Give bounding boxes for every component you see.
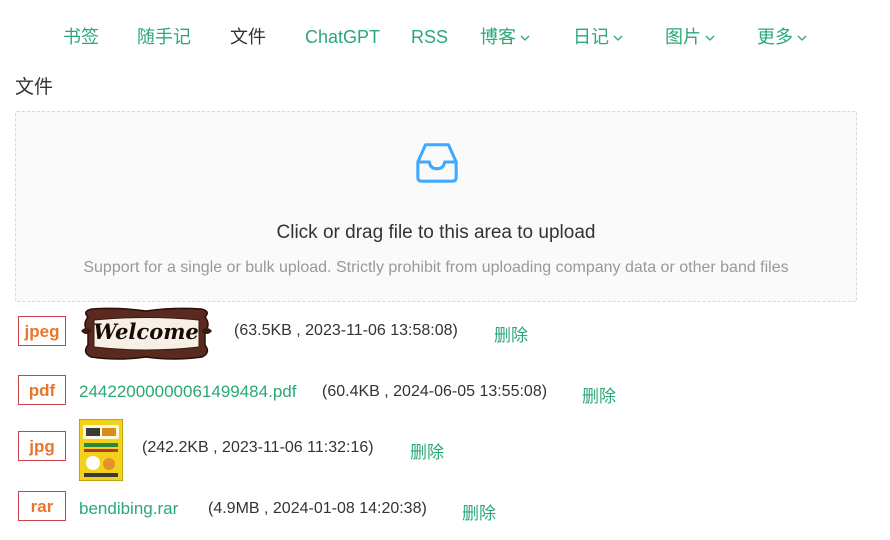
nav-images-label: 图片 (665, 27, 701, 47)
file-type-badge: jpg (18, 431, 66, 461)
page-title: 文件 (15, 77, 54, 98)
upload-hint: Click or drag file to this area to uploa… (276, 222, 596, 243)
nav-rss[interactable]: RSS (411, 22, 448, 52)
file-meta: (4.9MB , 2024-01-08 14:20:38) (208, 500, 427, 517)
nav-files[interactable]: 文件 (230, 22, 266, 52)
file-row: jpeg Welcome (63.5KB , 2023-11-06 13:58:… (0, 303, 890, 363)
nav-more[interactable]: 更多 (757, 22, 808, 52)
file-row: jpg (242.2KB , 2023-11-06 11:32:16) 删除 (0, 417, 890, 481)
file-type-badge: jpeg (18, 316, 66, 346)
file-meta: (63.5KB , 2023-11-06 13:58:08) (234, 322, 458, 339)
welcome-text: Welcome (93, 319, 199, 344)
nav-diary[interactable]: 日记 (573, 22, 624, 52)
nav-images[interactable]: 图片 (665, 22, 716, 52)
upload-dropzone[interactable]: Click or drag file to this area to uploa… (15, 111, 857, 302)
upload-subhint: Support for a single or bulk upload. Str… (83, 259, 789, 276)
delete-link[interactable]: 删除 (494, 321, 528, 346)
file-name-link[interactable]: bendibing.rar (79, 499, 178, 519)
poster-image (79, 419, 123, 481)
delete-link[interactable]: 删除 (582, 382, 616, 407)
chevron-down-icon (613, 35, 623, 41)
file-thumbnail[interactable] (79, 419, 123, 481)
nav-blog[interactable]: 博客 (480, 22, 531, 52)
nav-chatgpt[interactable]: ChatGPT (305, 22, 380, 52)
nav-more-label: 更多 (757, 27, 793, 47)
delete-link[interactable]: 删除 (462, 499, 496, 524)
file-row: rar bendibing.rar (4.9MB , 2024-01-08 14… (0, 480, 890, 540)
nav-diary-label: 日记 (573, 27, 609, 47)
inbox-icon (416, 143, 458, 183)
chevron-down-icon (797, 35, 807, 41)
file-meta: (60.4KB , 2024-06-05 13:55:08) (322, 383, 548, 400)
nav-bookmarks[interactable]: 书签 (63, 22, 99, 52)
chevron-down-icon (705, 35, 715, 41)
file-row: pdf 24422000000061499484.pdf (60.4KB , 2… (0, 363, 890, 423)
top-nav: 书签 随手记 文件 ChatGPT RSS 博客 日记 图片 更多 (0, 22, 890, 52)
file-type-label: jpg (29, 437, 55, 456)
delete-link[interactable]: 删除 (410, 438, 444, 463)
welcome-image: Welcome (78, 303, 215, 363)
file-name-link[interactable]: 24422000000061499484.pdf (79, 382, 296, 402)
file-type-badge: pdf (18, 375, 66, 405)
nav-notes[interactable]: 随手记 (137, 22, 191, 52)
file-meta: (242.2KB , 2023-11-06 11:32:16) (142, 439, 374, 456)
file-thumbnail[interactable]: Welcome (78, 303, 215, 363)
file-type-badge: rar (18, 491, 66, 521)
nav-blog-label: 博客 (480, 27, 516, 47)
chevron-down-icon (520, 35, 530, 41)
